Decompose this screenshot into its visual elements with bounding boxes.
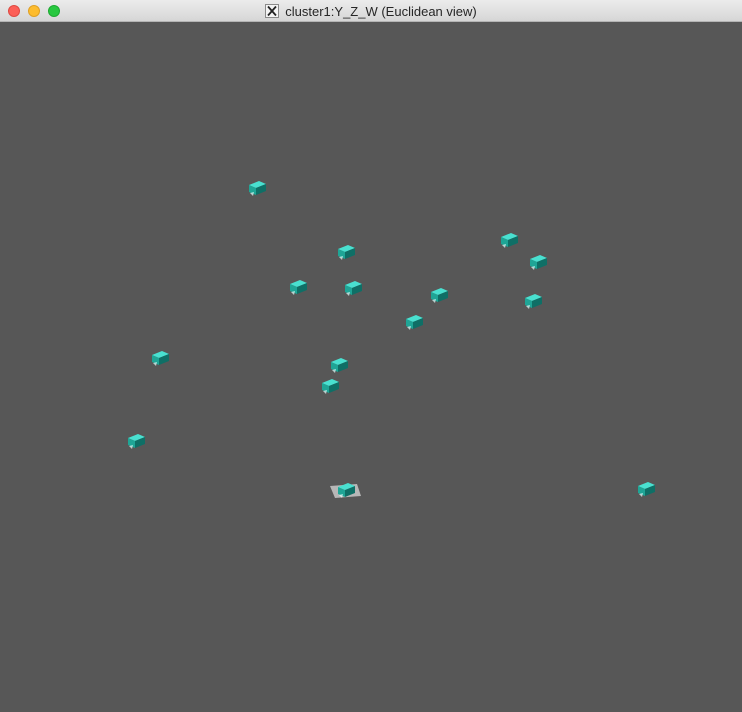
x11-icon bbox=[265, 4, 280, 18]
title-bar[interactable]: cluster1:Y_Z_W (Euclidean view) bbox=[0, 0, 742, 22]
cube-icon[interactable] bbox=[636, 480, 658, 498]
cube-icon[interactable] bbox=[126, 432, 148, 450]
cube-icon[interactable] bbox=[404, 313, 426, 331]
cube-icon[interactable] bbox=[329, 356, 351, 374]
minimize-button[interactable] bbox=[28, 5, 40, 17]
close-button[interactable] bbox=[8, 5, 20, 17]
cube-icon[interactable] bbox=[288, 278, 310, 296]
cube-icon[interactable] bbox=[150, 349, 172, 367]
app-window: cluster1:Y_Z_W (Euclidean view) bbox=[0, 0, 742, 712]
cube-icon[interactable] bbox=[336, 243, 358, 261]
cube-icon[interactable] bbox=[429, 286, 451, 304]
cube-icon[interactable] bbox=[343, 279, 365, 297]
window-title: cluster1:Y_Z_W (Euclidean view) bbox=[285, 3, 477, 19]
cube-icon[interactable] bbox=[320, 377, 342, 395]
cube-icon[interactable] bbox=[523, 292, 545, 310]
zoom-button[interactable] bbox=[48, 5, 60, 17]
euclidean-view-canvas[interactable] bbox=[0, 22, 742, 712]
cube-icon[interactable] bbox=[336, 481, 358, 499]
cube-icon[interactable] bbox=[247, 179, 269, 197]
cube-icon[interactable] bbox=[528, 253, 550, 271]
cube-icon[interactable] bbox=[499, 231, 521, 249]
window-title-group: cluster1:Y_Z_W (Euclidean view) bbox=[0, 0, 742, 22]
